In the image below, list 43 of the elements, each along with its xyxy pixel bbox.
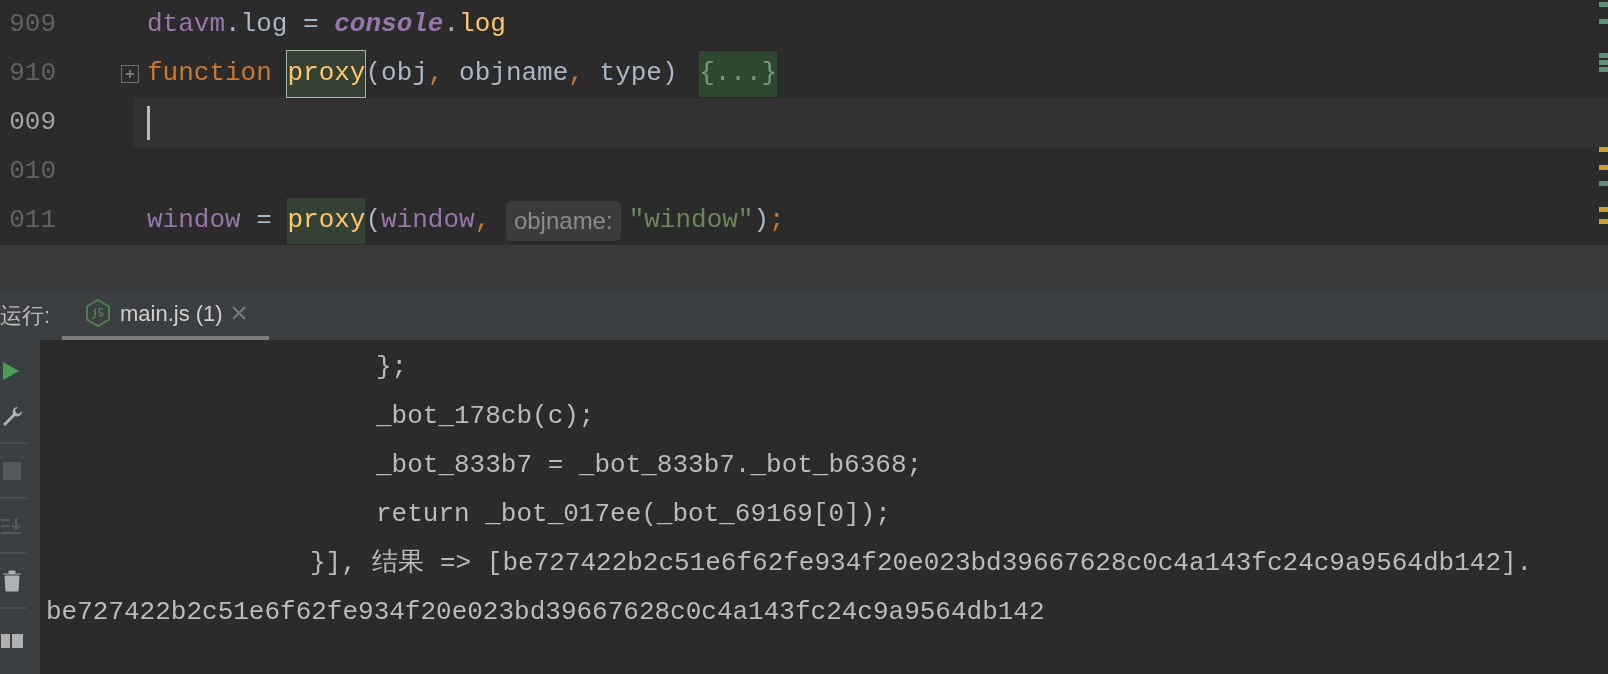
code-token: dtavm [147, 8, 225, 41]
scrollbar-mark[interactable] [1599, 2, 1608, 7]
console-line: _bot_833b7 = _bot_833b7._bot_b6368; [376, 449, 923, 482]
highlighted-identifier: proxy [287, 50, 366, 97]
code-token: objname [459, 57, 569, 90]
console-line: }], 结果 => [be727422b2c51e6f62fe934f20e023bd39667628c0c4a143fc24c9a9564db142]. [310, 547, 1533, 580]
code-token: window [147, 204, 241, 237]
console-line: _bot_178cb(c); [376, 400, 595, 433]
code-token: ) [753, 204, 770, 237]
console-line: be727422b2c51e6f62fe934f20e023bd39667628c0c4a143fc24c9a9564db142 [46, 596, 1045, 629]
code-token: console [334, 8, 444, 41]
code-token: . [443, 8, 460, 41]
console-line: return _bot_017ee(_bot_69169[0]); [376, 498, 891, 531]
line-number: 009 [9, 106, 56, 139]
scrollbar-mark[interactable] [1599, 165, 1608, 170]
code-token: .log = [225, 8, 320, 41]
code-token: ; [769, 204, 785, 237]
scrollbar-mark[interactable] [1599, 147, 1608, 152]
parameter-hint: objname: [505, 200, 621, 241]
code-token: function [147, 57, 273, 90]
highlighted-identifier: proxy [287, 197, 366, 244]
scrollbar-mark[interactable] [1599, 19, 1608, 24]
code-token: "window" [628, 204, 754, 237]
code-token: , [474, 204, 492, 237]
trash-icon[interactable] [0, 568, 24, 593]
console-line: }; [376, 351, 408, 384]
panel-label: 运行: [0, 301, 52, 330]
code-token: type) [599, 57, 679, 90]
code-token: window [381, 204, 475, 237]
line-number: 011 [9, 204, 56, 237]
code-token: , [427, 57, 445, 90]
fold-icon[interactable] [121, 64, 139, 83]
line-number: 010 [9, 155, 56, 188]
code-token: log [459, 8, 506, 41]
nodejs-icon [84, 298, 112, 328]
line-number: 909 [9, 8, 56, 41]
code-token: = [255, 204, 273, 237]
line-number: 910 [9, 57, 56, 90]
scrollbar-mark[interactable] [1599, 181, 1608, 186]
code-token: ( [365, 204, 382, 237]
close-icon[interactable] [230, 305, 247, 321]
code-token: , [568, 57, 585, 90]
code-token: (obj [365, 57, 428, 90]
